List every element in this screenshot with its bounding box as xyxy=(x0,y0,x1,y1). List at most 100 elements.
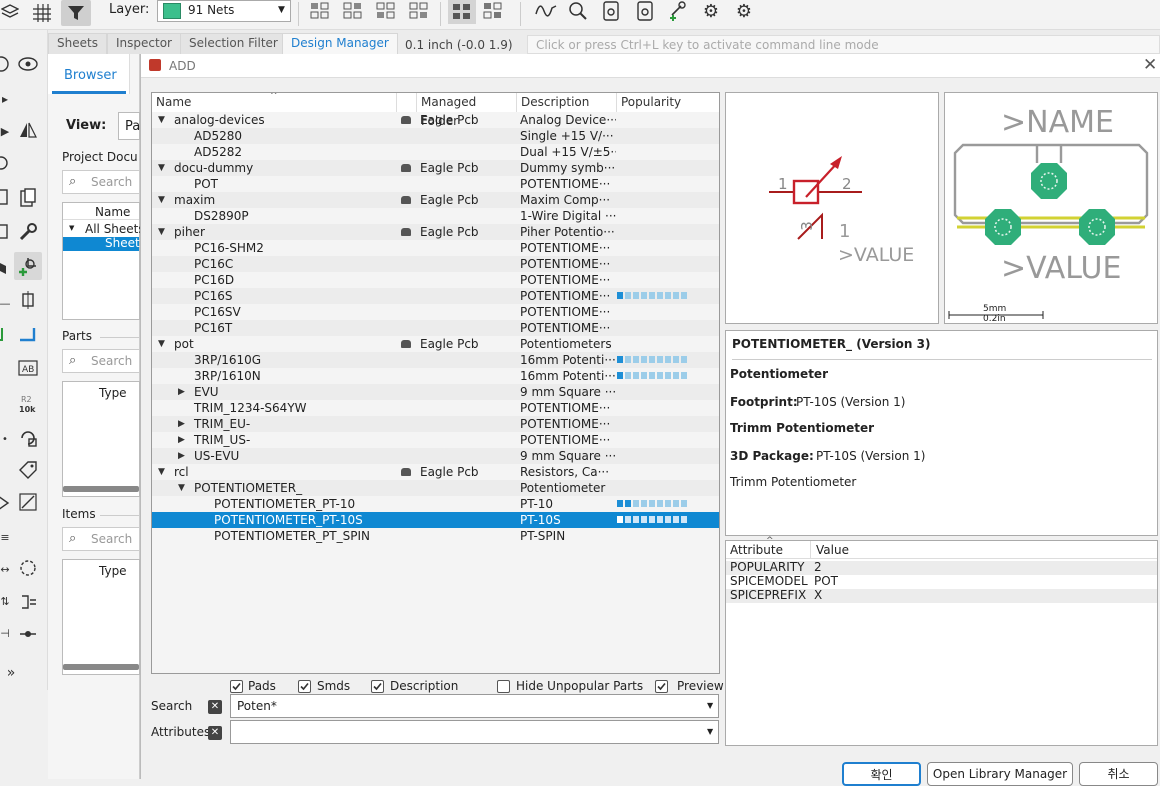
junction-icon[interactable]: • xyxy=(0,428,10,450)
attribute-row[interactable]: SPICEMODEL POT xyxy=(726,574,1157,589)
tree-row[interactable]: TRIM_1234-S64YW POTENTIOME··· xyxy=(152,400,719,416)
preview-label[interactable]: Preview xyxy=(677,679,724,693)
chevron-down-icon[interactable]: ▼ xyxy=(707,701,713,710)
tree-row[interactable]: 3RP/1610N 16mm Potenti··· xyxy=(152,368,719,384)
arrow-right-icon[interactable]: ▶ xyxy=(0,120,10,142)
tab-sheets[interactable]: Sheets xyxy=(48,33,107,54)
tree-row[interactable]: ▶ TRIM_EU- POTENTIOME··· xyxy=(152,416,719,432)
open-library-manager-button[interactable]: Open Library Manager xyxy=(927,762,1073,786)
gear-icon[interactable]: ⚙ xyxy=(732,0,756,22)
layers-toggle-icon[interactable] xyxy=(0,2,20,24)
tree-row[interactable]: DS2890P 1-Wire Digital ··· xyxy=(152,208,719,224)
chevron-down-icon[interactable]: ▼ xyxy=(158,160,165,176)
tree-row[interactable]: PC16-SHM2 POTENTIOME··· xyxy=(152,240,719,256)
attribute-header[interactable]: Attribute xyxy=(730,543,783,557)
hide-unpopular-label[interactable]: Hide Unpopular Parts xyxy=(516,679,643,693)
chevron-down-icon[interactable]: ▼ xyxy=(158,192,165,208)
connector-icon[interactable] xyxy=(16,622,40,646)
project-search-input[interactable]: ⌕ Search xyxy=(62,170,140,194)
close-icon[interactable]: ✕ xyxy=(1143,55,1157,75)
bus-icon[interactable] xyxy=(16,324,40,348)
view-select[interactable]: Pa xyxy=(118,112,140,140)
chevron-right-icon[interactable]: ▶ xyxy=(178,432,185,448)
command-line-input[interactable]: Click or press Ctrl+L key to activate co… xyxy=(527,35,1160,54)
wrench-icon[interactable] xyxy=(16,220,40,244)
tree-row[interactable]: AD5280 Single +15 V/··· xyxy=(152,128,719,144)
tree-row[interactable]: PC16D POTENTIOME··· xyxy=(152,272,719,288)
tree-row[interactable]: ▼ POTENTIOMETER_ Potentiometer xyxy=(152,480,719,496)
description-checkbox[interactable] xyxy=(371,680,384,693)
tree-row[interactable]: ▼ docu-dummy Eagle Pcb Dummy symb··· xyxy=(152,160,719,176)
polygon-icon[interactable] xyxy=(0,492,10,514)
chevron-right-icon[interactable]: ▶ xyxy=(178,384,185,400)
delete-icon[interactable] xyxy=(0,220,10,242)
tree-row[interactable]: ▼ maxim Eagle Pcb Maxim Comp··· xyxy=(152,192,719,208)
add-link-icon[interactable] xyxy=(665,0,691,24)
tree-row[interactable]: PC16SV POTENTIOME··· xyxy=(152,304,719,320)
wire-icon[interactable] xyxy=(0,326,10,348)
paste-icon[interactable] xyxy=(16,186,40,210)
tree-row[interactable]: PC16C POTENTIOME··· xyxy=(152,256,719,272)
parts-search-input[interactable]: ⌕ Search xyxy=(62,349,140,373)
tree-row[interactable]: ▼ analog-devices Eagle Pcb Analog Device··· xyxy=(152,112,719,128)
tree-row[interactable]: POTENTIOMETER_PT-10S PT-10S xyxy=(152,512,719,528)
column-header-folder[interactable]: Managed Folder xyxy=(417,93,517,128)
gate-swap-icon[interactable] xyxy=(16,590,40,614)
clear-search-icon[interactable]: ✕ xyxy=(208,700,222,714)
tree-row[interactable]: POT POTENTIOME··· xyxy=(152,176,719,192)
align-grid-icon[interactable] xyxy=(308,0,332,22)
chevron-down-icon[interactable]: ▼ xyxy=(158,336,165,352)
eye-icon[interactable] xyxy=(16,52,40,76)
circle-tool-icon[interactable] xyxy=(0,52,10,76)
cancel-button[interactable]: 취소 xyxy=(1079,762,1158,786)
chevron-right-icon[interactable]: ▶ xyxy=(178,448,185,464)
grid-icon[interactable] xyxy=(30,2,54,24)
tree-row[interactable]: PC16S POTENTIOME··· xyxy=(152,288,719,304)
layer-select[interactable]: 91 Nets ▼ xyxy=(157,0,291,22)
dimension-icon[interactable]: ↔ xyxy=(0,558,10,580)
preview-checkbox[interactable] xyxy=(655,680,668,693)
tab-inspector[interactable]: Inspector xyxy=(107,33,181,54)
swap-icon[interactable]: ⇅ xyxy=(0,590,10,612)
view-toggle-icon[interactable] xyxy=(448,0,476,24)
view-toggle-icon[interactable] xyxy=(481,0,505,22)
filter-icon[interactable] xyxy=(61,0,91,26)
chevron-down-icon[interactable]: ▼ xyxy=(158,224,165,240)
attribute-row[interactable]: SPICEPREFIX X xyxy=(726,588,1157,603)
pads-checkbox[interactable] xyxy=(230,680,243,693)
value-header[interactable]: Value xyxy=(816,543,849,557)
chevron-down-icon[interactable]: ▼ xyxy=(69,224,74,232)
align-grid-icon[interactable] xyxy=(374,0,398,22)
line-tool-icon[interactable]: — xyxy=(0,292,11,314)
document-gear-icon[interactable] xyxy=(598,0,624,22)
tag-icon[interactable] xyxy=(16,458,40,482)
waveform-icon[interactable] xyxy=(533,0,559,22)
tree-row[interactable]: POTENTIOMETER_PT_SPIN PT-SPIN xyxy=(152,528,719,544)
search-input[interactable]: Poten* ▼ xyxy=(230,694,719,718)
items-search-input[interactable]: ⌕ Search xyxy=(62,527,140,551)
gear-icon[interactable]: ⚙ xyxy=(699,0,723,22)
clear-attributes-icon[interactable]: ✕ xyxy=(208,726,222,740)
tree-row[interactable]: ▼ piher Eagle Pcb Piher Potentio··· xyxy=(152,224,719,240)
label-icon[interactable]: AB xyxy=(16,356,40,380)
tab-selection-filter[interactable]: Selection Filter xyxy=(180,33,287,54)
column-header-popularity[interactable]: Popularity xyxy=(617,93,719,112)
tree-sheet-row[interactable]: Sheet xyxy=(63,236,140,251)
tree-row[interactable]: PC16T POTENTIOME··· xyxy=(152,320,719,336)
tree-row[interactable]: ▶ EVU 9 mm Square ··· xyxy=(152,384,719,400)
attribute-row[interactable]: POPULARITY 2 xyxy=(726,560,1157,575)
value-icon[interactable]: R2 10k xyxy=(16,392,40,416)
smds-checkbox[interactable] xyxy=(298,680,311,693)
expand-more-icon[interactable]: » xyxy=(0,662,22,684)
move-icon[interactable] xyxy=(16,288,40,312)
tab-browser[interactable]: Browser xyxy=(48,54,130,94)
tree-row[interactable]: ▼ pot Eagle Pcb Potentiometers xyxy=(152,336,719,352)
chevron-down-icon[interactable]: ▼ xyxy=(158,464,165,480)
smds-label[interactable]: Smds xyxy=(317,679,350,693)
mirror-icon[interactable] xyxy=(16,118,40,142)
draw-line-icon[interactable] xyxy=(16,490,40,514)
tree-row[interactable]: ▶ TRIM_US- POTENTIOME··· xyxy=(152,432,719,448)
tree-row[interactable]: 3RP/1610G 16mm Potenti··· xyxy=(152,352,719,368)
layer-group-icon[interactable] xyxy=(0,256,10,278)
copy-icon[interactable] xyxy=(0,186,10,208)
